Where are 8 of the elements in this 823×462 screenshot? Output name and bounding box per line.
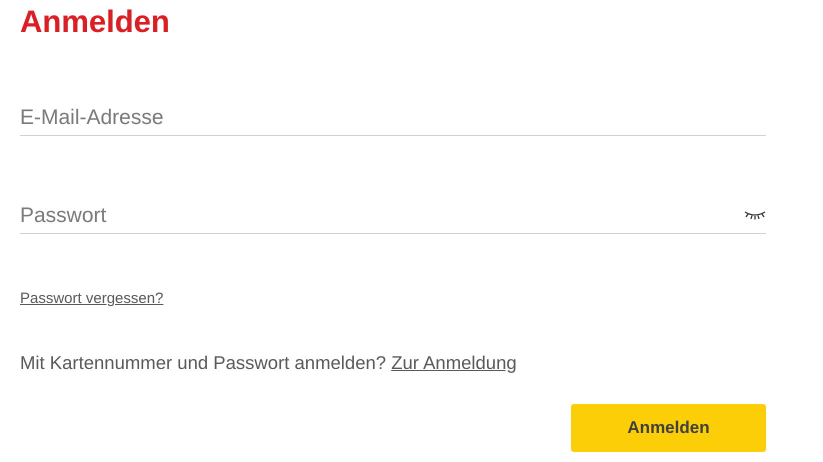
card-login-link[interactable]: Zur Anmeldung [391,352,517,373]
password-field[interactable]: Passwort [20,198,766,234]
page-title: Anmelden [20,4,171,40]
email-field[interactable]: E-Mail-Adresse [20,100,766,136]
forgot-password-link[interactable]: Passwort vergessen? [20,290,164,307]
card-login-text: Mit Kartennummer und Passwort anmelden? Zur Anmeldung [20,352,518,374]
closed-eye-icon[interactable] [744,210,766,220]
login-button[interactable]: Anmelden [571,404,766,452]
